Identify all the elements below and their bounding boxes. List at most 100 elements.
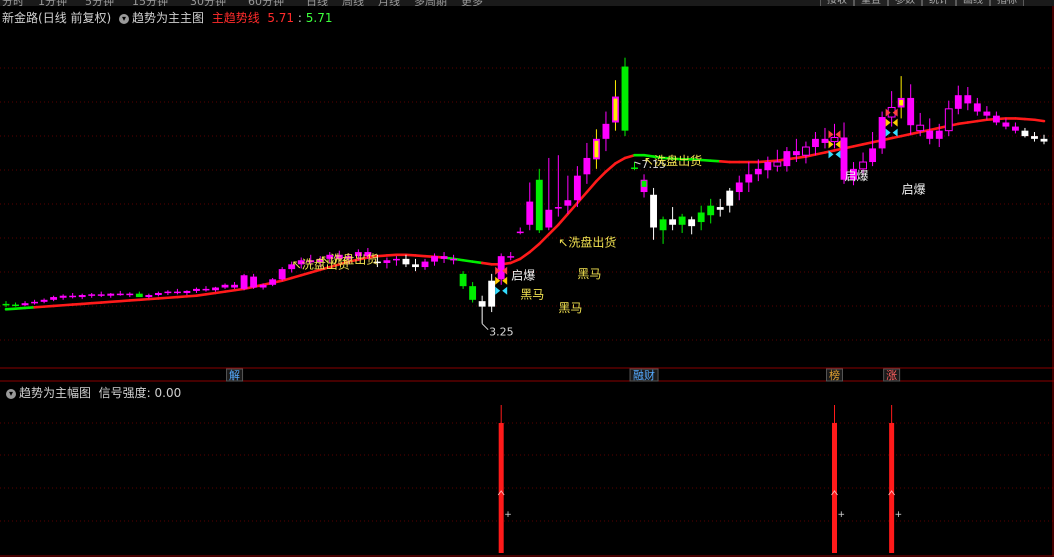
candle-body[interactable]: [440, 256, 448, 259]
candle-body[interactable]: [126, 293, 134, 296]
candle-body[interactable]: [631, 167, 638, 169]
candle-body[interactable]: [992, 115, 1000, 123]
candle-body[interactable]: [697, 212, 705, 223]
candle-body[interactable]: [745, 174, 753, 183]
candle-body[interactable]: [526, 201, 534, 225]
candle-body[interactable]: [497, 256, 505, 280]
candle-body[interactable]: [31, 301, 38, 304]
candle-body[interactable]: [116, 293, 124, 296]
candle-body[interactable]: [516, 231, 524, 234]
candle-body[interactable]: [754, 168, 762, 175]
candle-body[interactable]: [383, 260, 391, 263]
candle-body[interactable]: [240, 275, 248, 289]
trend-line-segment: [290, 273, 303, 280]
candle-body[interactable]: [97, 294, 105, 296]
candle-body[interactable]: [393, 258, 400, 261]
candle-body[interactable]: [421, 261, 429, 268]
candle-body[interactable]: [12, 304, 19, 307]
candle-body[interactable]: [821, 138, 829, 143]
candle-body[interactable]: [878, 117, 886, 149]
candle-body[interactable]: [907, 97, 915, 126]
candle-body[interactable]: [488, 280, 496, 307]
candle-body[interactable]: [21, 303, 29, 306]
candle-body[interactable]: [459, 273, 467, 287]
candle-body[interactable]: [402, 258, 410, 265]
candle-body[interactable]: [735, 182, 743, 193]
candle-body[interactable]: [688, 219, 696, 227]
candle-body[interactable]: [1040, 138, 1048, 142]
candle-body[interactable]: [764, 162, 772, 171]
candle-body[interactable]: [716, 207, 724, 210]
candle-body[interactable]: [69, 295, 77, 298]
candle-body[interactable]: [107, 293, 115, 296]
candle-body[interactable]: [621, 66, 629, 131]
candle-body[interactable]: [535, 179, 543, 231]
candle-body[interactable]: [545, 209, 553, 228]
candle-body[interactable]: [88, 294, 96, 296]
signal-bar[interactable]: [498, 423, 504, 553]
candle-body[interactable]: [164, 291, 172, 294]
candle-body[interactable]: [250, 276, 258, 288]
candle-body[interactable]: [478, 301, 486, 307]
candle-body[interactable]: [469, 286, 477, 300]
candle-body[interactable]: [783, 151, 791, 167]
candle-body[interactable]: [59, 295, 67, 298]
candle-body[interactable]: [973, 103, 981, 112]
candle-body[interactable]: [259, 284, 267, 288]
candle-body[interactable]: [269, 279, 277, 285]
candle-body[interactable]: [221, 284, 229, 288]
candle-body[interactable]: [278, 269, 286, 280]
candle-body[interactable]: [78, 295, 86, 298]
candle-body[interactable]: [573, 175, 581, 201]
candle-body[interactable]: [830, 136, 839, 143]
candle-body[interactable]: [50, 297, 58, 300]
candle-body[interactable]: [507, 256, 515, 258]
candle-body[interactable]: [954, 95, 962, 109]
candle-body[interactable]: [1002, 122, 1010, 127]
candle-body[interactable]: [135, 293, 143, 298]
candle-body[interactable]: [707, 205, 715, 216]
candle-body[interactable]: [801, 146, 810, 156]
candle-body[interactable]: [944, 108, 953, 132]
candle-body[interactable]: [792, 151, 800, 156]
candle-body[interactable]: [450, 258, 458, 261]
signal-bar[interactable]: [831, 423, 837, 553]
candle-body[interactable]: [154, 292, 162, 296]
candle-body[interactable]: [202, 288, 210, 291]
candle-body[interactable]: [564, 200, 572, 206]
candle-body[interactable]: [773, 161, 782, 167]
candle-body[interactable]: [1012, 126, 1019, 131]
candle-body[interactable]: [193, 288, 200, 291]
candle-body[interactable]: [554, 207, 562, 209]
trend-line-segment: [176, 295, 189, 299]
trend-line-segment: [899, 132, 912, 138]
candle-body[interactable]: [183, 290, 191, 293]
trend-line-segment: [528, 242, 541, 254]
candle-body[interactable]: [869, 148, 877, 163]
candle-body[interactable]: [659, 219, 667, 231]
candle-body[interactable]: [916, 124, 925, 132]
candle-body[interactable]: [935, 130, 943, 139]
candle-body[interactable]: [583, 157, 591, 175]
candle-body[interactable]: [726, 190, 734, 206]
chart-canvas[interactable]: 7.153.25↖洗盘出货↖洗盘出货↖洗盘出货↖洗盘出货启爆启爆启爆黑马黑马黑马…: [0, 0, 1054, 557]
candle-body[interactable]: [983, 111, 991, 116]
candle-body[interactable]: [812, 138, 819, 148]
candle-body[interactable]: [431, 256, 438, 262]
candle-body[interactable]: [1031, 136, 1038, 139]
candle-body[interactable]: [40, 299, 48, 302]
candle-body[interactable]: [173, 291, 181, 294]
candle-body[interactable]: [669, 219, 677, 225]
candle-body[interactable]: [145, 295, 153, 298]
signal-bar[interactable]: [889, 423, 895, 553]
candle-body[interactable]: [1021, 130, 1029, 137]
candle-body[interactable]: [412, 264, 419, 268]
candle-body[interactable]: [2, 303, 10, 306]
candle-body[interactable]: [926, 130, 934, 139]
candle-body[interactable]: [231, 284, 238, 288]
candle-body[interactable]: [964, 95, 972, 104]
candle-body[interactable]: [650, 194, 657, 228]
candle-body[interactable]: [602, 123, 610, 139]
candle-body[interactable]: [678, 216, 686, 225]
candle-body[interactable]: [212, 287, 219, 291]
